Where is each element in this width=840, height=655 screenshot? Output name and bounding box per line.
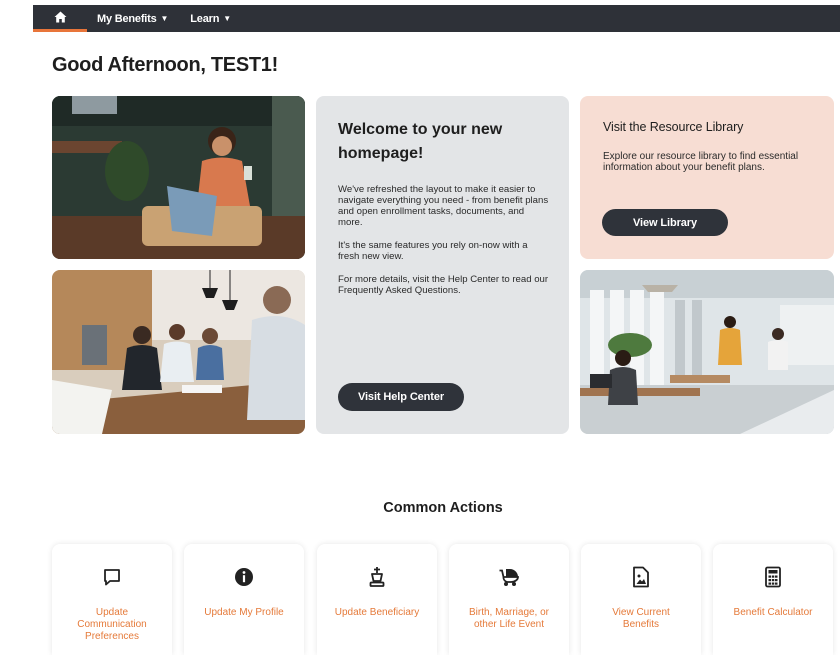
action-card-view-current-benefits[interactable]: View Current Benefits xyxy=(581,544,701,655)
action-card-label: Benefit Calculator xyxy=(733,607,813,618)
nav-learn-label: Learn xyxy=(190,12,220,25)
resource-library-card: Visit the Resource Library Explore our r… xyxy=(580,96,834,259)
action-card-update-beneficiary[interactable]: Update Beneficiary xyxy=(317,544,437,655)
welcome-title: Welcome to your new homepage! xyxy=(338,121,503,162)
calculator-icon xyxy=(765,566,781,588)
welcome-card: Welcome to your new homepage! We've refr… xyxy=(316,96,569,434)
visit-help-center-button[interactable]: Visit Help Center xyxy=(338,383,464,411)
home-icon xyxy=(54,11,66,23)
chess-king-icon xyxy=(369,567,385,587)
action-card-label: View Current Benefits xyxy=(612,607,670,630)
hero-photo-woman-with-phone xyxy=(52,96,305,259)
welcome-paragraph: We've refreshed the layout to make it ea… xyxy=(338,184,549,228)
action-card-communication-preferences[interactable]: Update Communication Preferences xyxy=(52,544,172,655)
resource-text: Explore our resource library to find ess… xyxy=(603,151,799,173)
view-library-button[interactable]: View Library xyxy=(602,209,728,236)
action-card-label: Update Communication Preferences xyxy=(77,607,147,642)
action-card-label: Update My Profile xyxy=(204,607,284,618)
image-document-icon xyxy=(633,566,649,588)
page-greeting: Good Afternoon, TEST1! xyxy=(52,54,278,76)
nav-my-benefits[interactable]: My Benefits ▼ xyxy=(87,5,180,32)
hero-photo-open-office xyxy=(580,270,834,434)
info-icon xyxy=(235,568,253,586)
chevron-down-icon: ▼ xyxy=(160,14,169,23)
hero-photo-office-meeting xyxy=(52,270,305,434)
welcome-paragraph: For more details, visit the Help Center … xyxy=(338,274,549,296)
speech-bubble-icon xyxy=(104,569,120,586)
top-navigation-bar: My Benefits ▼ Learn ▼ xyxy=(33,5,840,32)
nav-learn[interactable]: Learn ▼ xyxy=(180,5,243,32)
action-card-label: Birth, Marriage, or other Life Event xyxy=(468,607,550,630)
nav-home[interactable] xyxy=(33,5,87,32)
nav-my-benefits-label: My Benefits xyxy=(97,12,157,25)
welcome-paragraph: It's the same features you rely on-now w… xyxy=(338,240,528,262)
baby-stroller-icon xyxy=(499,569,519,586)
action-card-life-event[interactable]: Birth, Marriage, or other Life Event xyxy=(449,544,569,655)
action-card-label: Update Beneficiary xyxy=(334,607,420,618)
chevron-down-icon: ▼ xyxy=(223,14,231,23)
common-actions-title: Common Actions xyxy=(383,500,503,516)
action-card-update-profile[interactable]: Update My Profile xyxy=(184,544,304,655)
action-card-benefit-calculator[interactable]: Benefit Calculator xyxy=(713,544,833,655)
resource-title: Visit the Resource Library xyxy=(603,120,744,134)
